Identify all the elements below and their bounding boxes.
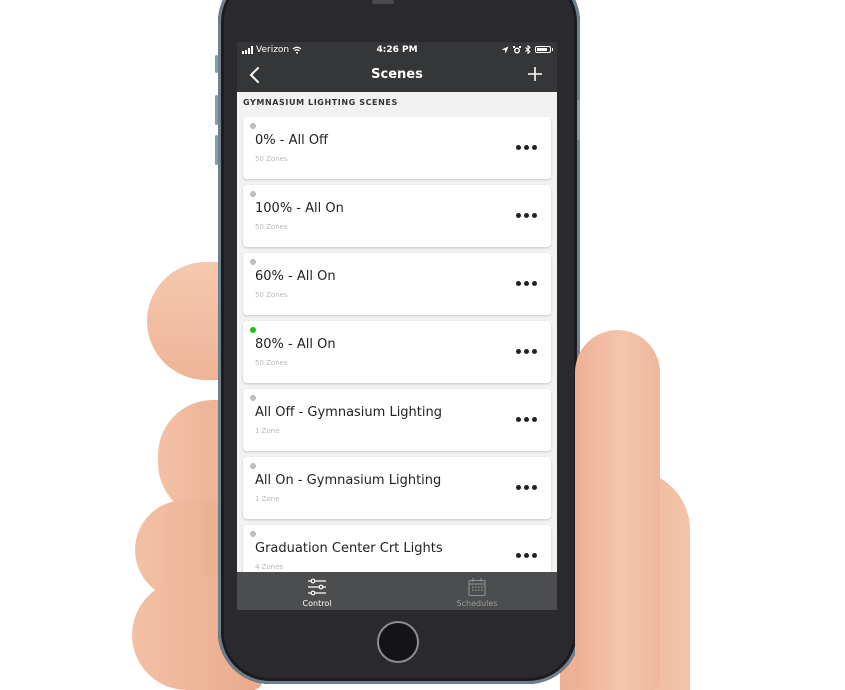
power-button xyxy=(577,100,580,140)
more-options-icon[interactable] xyxy=(516,550,537,561)
more-options-icon[interactable] xyxy=(516,142,537,153)
more-options-icon[interactable] xyxy=(516,482,537,493)
nav-bar: Scenes xyxy=(237,59,557,92)
scene-name: 100% - All On xyxy=(255,201,344,216)
mute-switch xyxy=(215,55,218,73)
sliders-icon xyxy=(308,578,326,596)
scene-name: All Off - Gymnasium Lighting xyxy=(255,405,442,420)
page-title: Scenes xyxy=(371,67,423,82)
status-dot xyxy=(250,463,256,469)
tab-bar: Control Schedules xyxy=(237,572,557,610)
scene-card[interactable]: All On - Gymnasium Lighting 1 Zone xyxy=(243,457,551,519)
volume-down-button xyxy=(215,135,218,165)
plus-icon[interactable] xyxy=(525,64,545,84)
scene-card[interactable]: 80% - All On 50 Zones xyxy=(243,321,551,383)
scene-card[interactable]: 0% - All Off 50 Zones xyxy=(243,117,551,179)
scene-name: 0% - All Off xyxy=(255,133,329,148)
app-screen: Verizon 4:26 PM Scenes GYMNASIUM LIGHTIN… xyxy=(237,42,557,610)
scene-zones: 50 Zones xyxy=(255,155,288,163)
tab-label: Schedules xyxy=(456,599,498,608)
more-options-icon[interactable] xyxy=(516,346,537,357)
scene-zones: 1 Zone xyxy=(255,495,280,503)
status-dot xyxy=(250,259,256,265)
status-dot-active xyxy=(250,327,256,333)
battery-icon xyxy=(535,46,553,53)
calendar-icon xyxy=(468,578,486,597)
tab-label: Control xyxy=(302,599,332,608)
alarm-icon xyxy=(513,45,521,53)
hand-thumb xyxy=(575,330,660,690)
status-dot xyxy=(250,531,256,537)
scene-card[interactable]: All Off - Gymnasium Lighting 1 Zone xyxy=(243,389,551,451)
tab-control[interactable]: Control xyxy=(237,572,397,610)
volume-up-button xyxy=(215,95,218,125)
location-icon xyxy=(501,46,509,53)
scene-name: 80% - All On xyxy=(255,337,336,352)
tab-schedules[interactable]: Schedules xyxy=(397,572,557,610)
status-bar: Verizon 4:26 PM xyxy=(237,42,557,59)
status-dot xyxy=(250,123,256,129)
scene-zones: 50 Zones xyxy=(255,291,288,299)
status-dot xyxy=(250,395,256,401)
more-options-icon[interactable] xyxy=(516,414,537,425)
scene-card[interactable]: 100% - All On 50 Zones xyxy=(243,185,551,247)
more-options-icon[interactable] xyxy=(516,210,537,221)
more-options-icon[interactable] xyxy=(516,278,537,289)
earpiece-speaker xyxy=(372,0,394,4)
scene-zones: 1 Zone xyxy=(255,427,280,435)
scene-name: Graduation Center Crt Lights xyxy=(255,541,443,556)
scene-zones: 4 Zones xyxy=(255,563,284,571)
bluetooth-icon xyxy=(525,45,531,54)
home-button[interactable] xyxy=(377,621,419,663)
scene-name: 60% - All On xyxy=(255,269,336,284)
scene-zones: 50 Zones xyxy=(255,359,288,367)
status-dot xyxy=(250,191,256,197)
section-header: GYMNASIUM LIGHTING SCENES xyxy=(243,98,398,107)
scene-zones: 50 Zones xyxy=(255,223,288,231)
scene-name: All On - Gymnasium Lighting xyxy=(255,473,442,488)
scene-card[interactable]: 60% - All On 50 Zones xyxy=(243,253,551,315)
